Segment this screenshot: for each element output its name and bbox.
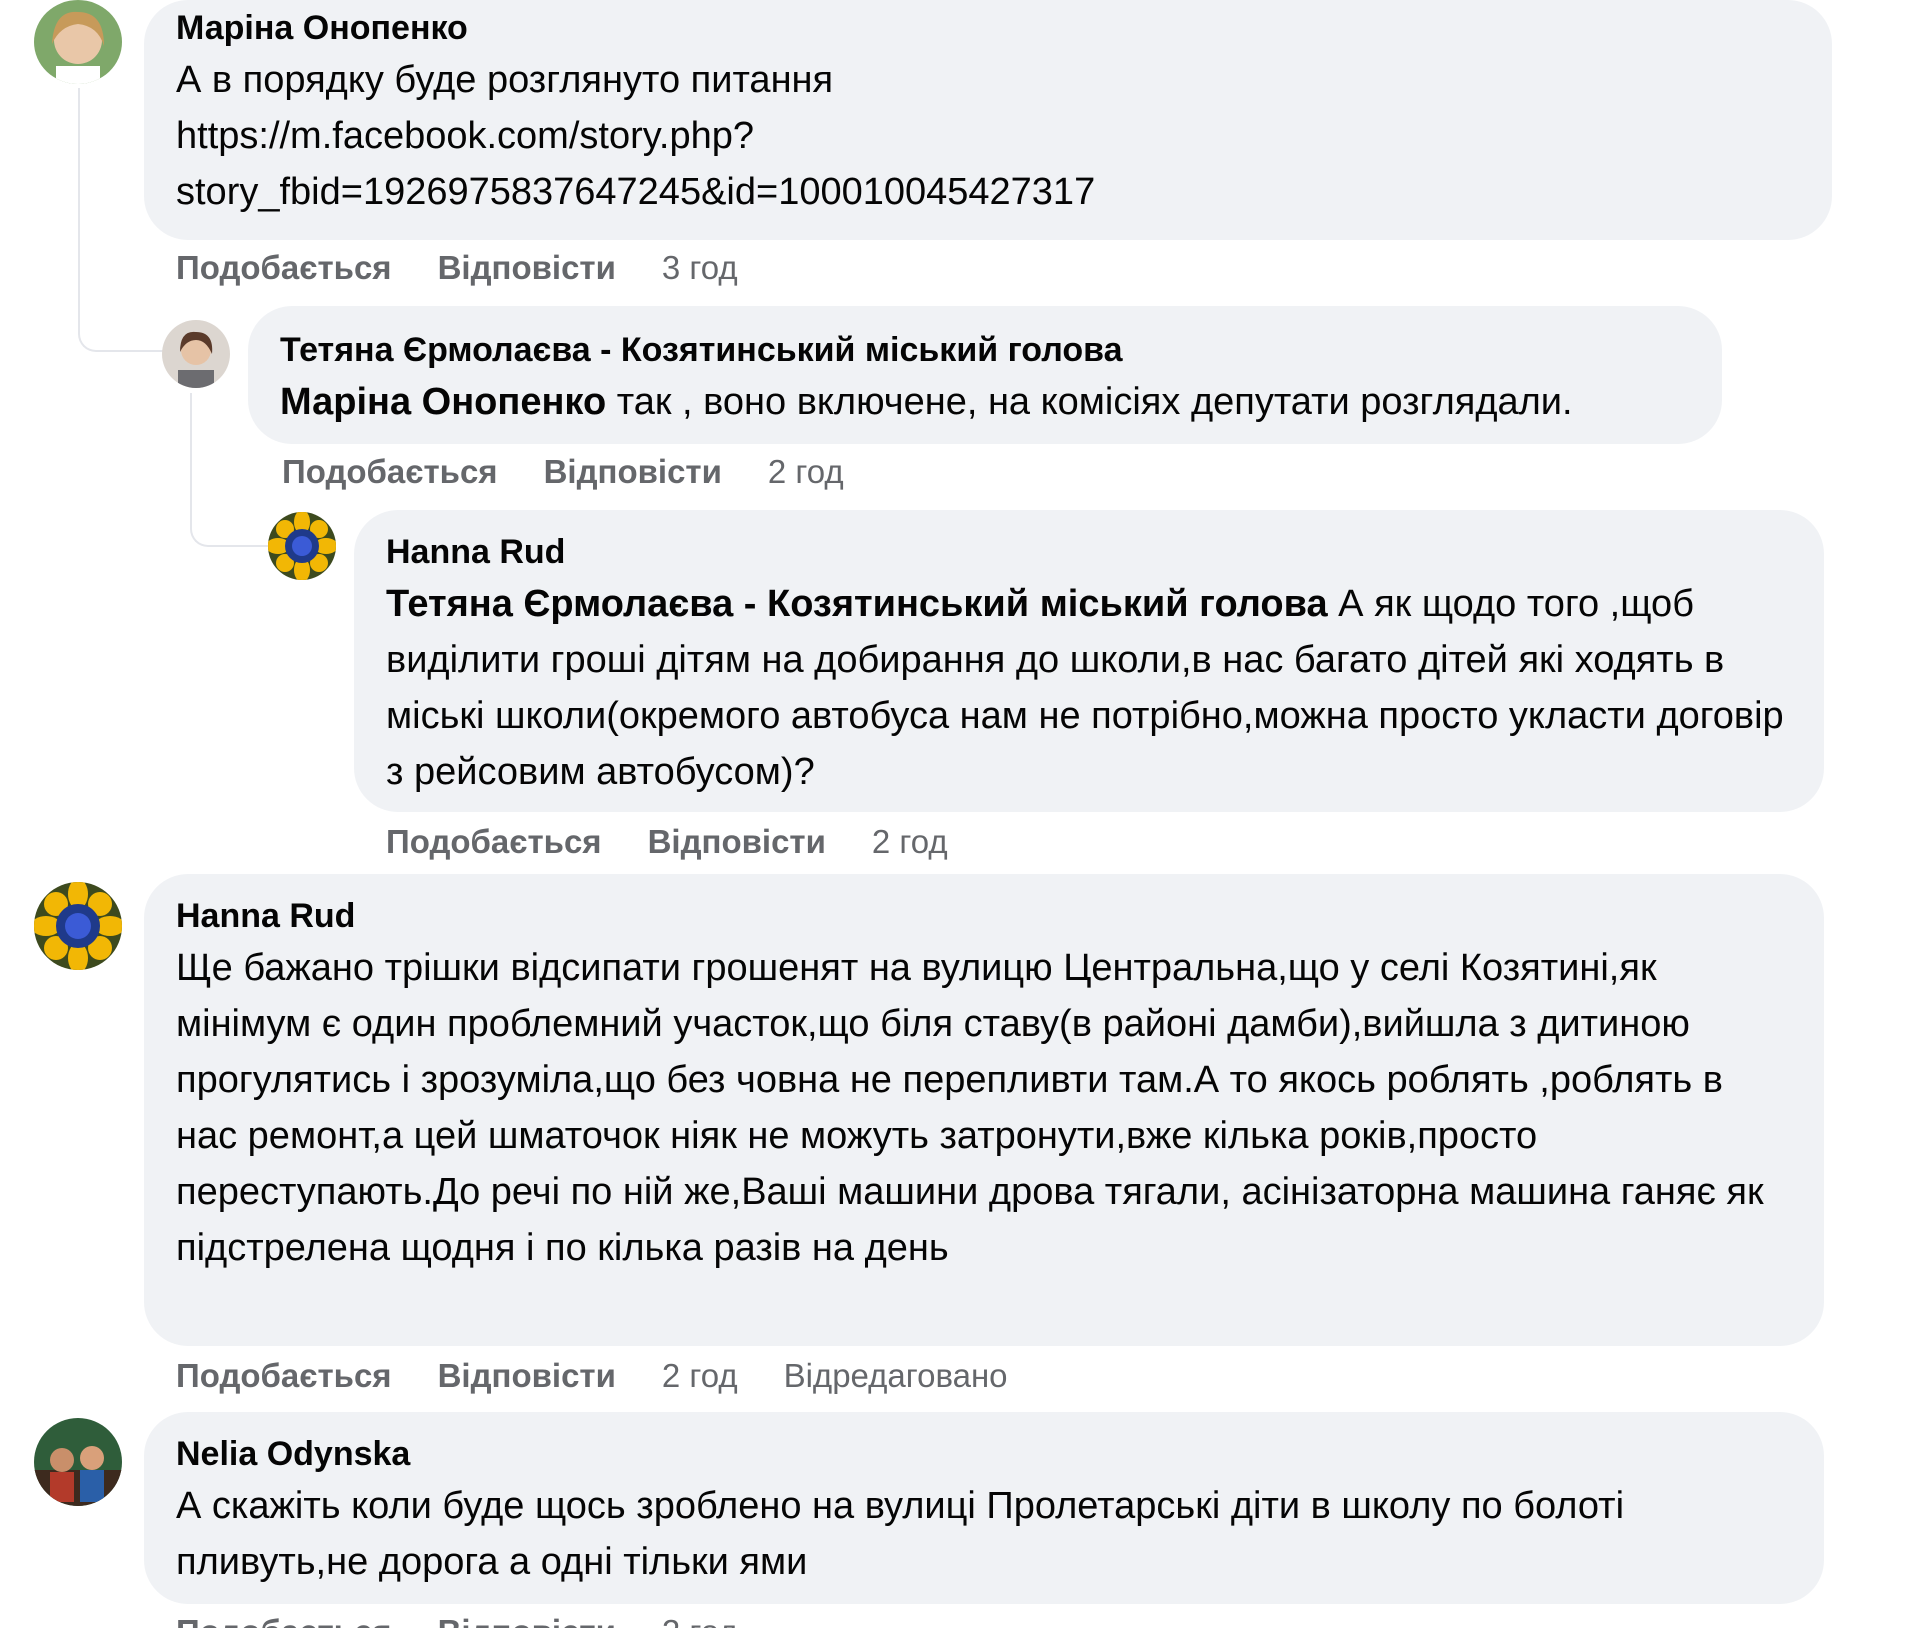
comment-actions: Подобається Відповісти 3 год bbox=[176, 248, 738, 288]
like-button[interactable]: Подобається bbox=[282, 452, 498, 492]
sunflower-avatar[interactable] bbox=[268, 512, 336, 580]
comment-author[interactable]: Маріна Онопенко bbox=[176, 4, 1800, 52]
like-button[interactable]: Подобається bbox=[176, 1356, 392, 1396]
comment-actions: Подобається Відповісти 2 год bbox=[282, 452, 844, 492]
comment-bubble: Hanna Rud Тетяна Єрмолаєва - Козятинськи… bbox=[354, 510, 1824, 812]
comment-text: Ще бажано трішки відсипати грошенят на в… bbox=[176, 947, 1764, 1269]
reply-button[interactable]: Відповісти bbox=[438, 1612, 616, 1628]
comment-text: Маріна Онопенко так , воно включене, на … bbox=[280, 374, 1690, 430]
mention-link[interactable]: Маріна Онопенко bbox=[280, 381, 606, 423]
comment-bubble: Nelia Odynska А скажіть коли буде щось з… bbox=[144, 1412, 1824, 1604]
like-button[interactable]: Подобається bbox=[386, 822, 602, 862]
comment-link[interactable]: story_fbid=1926975837647245&id=100010045… bbox=[176, 164, 1800, 220]
group-photo-avatar[interactable] bbox=[34, 1418, 122, 1506]
comment-author[interactable]: Тетяна Єрмолаєва - Козятинський міський … bbox=[280, 326, 1690, 374]
comment-bubble: Тетяна Єрмолаєва - Козятинський міський … bbox=[248, 306, 1722, 444]
reply-button[interactable]: Відповісти bbox=[438, 248, 616, 288]
comment-thread: Маріна Онопенко А в порядку буде розглян… bbox=[0, 0, 1920, 1628]
comment-actions: Подобається Відповісти 2 год Відредагова… bbox=[176, 1356, 1008, 1396]
comment-author[interactable]: Hanna Rud bbox=[176, 892, 1784, 940]
comment-text: А скажіть коли буде щось зроблено на вул… bbox=[176, 1485, 1625, 1583]
comment-author[interactable]: Hanna Rud bbox=[386, 528, 1784, 576]
comment-timestamp[interactable]: 2 год bbox=[872, 822, 948, 862]
like-button[interactable]: Подобається bbox=[176, 248, 392, 288]
comment-actions: Подобається Відповісти 2 год bbox=[176, 1612, 738, 1628]
reply-button[interactable]: Відповісти bbox=[544, 452, 722, 492]
woman-portrait-avatar[interactable] bbox=[162, 320, 230, 388]
sunflower-avatar[interactable] bbox=[34, 882, 122, 970]
comment-actions: Подобається Відповісти 2 год bbox=[386, 822, 948, 862]
comment-bubble: Маріна Онопенко А в порядку буде розглян… bbox=[144, 0, 1832, 240]
comment-text: А в порядку буде розглянуто питання bbox=[176, 59, 834, 101]
edited-label[interactable]: Відредаговано bbox=[784, 1356, 1008, 1396]
reply-button[interactable]: Відповісти bbox=[438, 1356, 616, 1396]
comment-text-body: так , воно включене, на комісіях депутат… bbox=[606, 381, 1573, 423]
comment-timestamp[interactable]: 2 год bbox=[768, 452, 844, 492]
reply-button[interactable]: Відповісти bbox=[648, 822, 826, 862]
comment-text: Тетяна Єрмолаєва - Козятинський міський … bbox=[386, 576, 1784, 800]
comment-timestamp[interactable]: 2 год bbox=[662, 1356, 738, 1396]
comment-link[interactable]: https://m.facebook.com/story.php? bbox=[176, 108, 1800, 164]
mention-link[interactable]: Тетяна Єрмолаєва - Козятинський міський … bbox=[386, 583, 1328, 625]
comment-bubble: Hanna Rud Ще бажано трішки відсипати гро… bbox=[144, 874, 1824, 1346]
like-button[interactable]: Подобається bbox=[176, 1612, 392, 1628]
comment-timestamp[interactable]: 2 год bbox=[662, 1612, 738, 1628]
comment-author[interactable]: Nelia Odynska bbox=[176, 1430, 1784, 1478]
woman-photo-avatar[interactable] bbox=[34, 0, 122, 84]
comment-timestamp[interactable]: 3 год bbox=[662, 248, 738, 288]
